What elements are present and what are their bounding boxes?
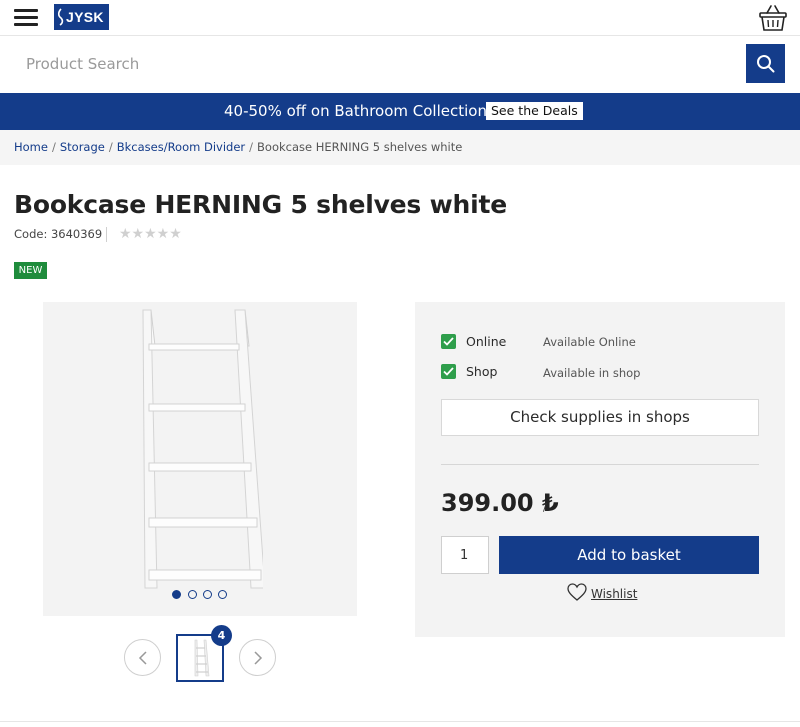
thumbnail-next-button[interactable] [239, 639, 276, 676]
product-image-gallery[interactable] [43, 302, 357, 616]
product-code: Code: 3640369 [14, 227, 103, 241]
availability-label-shop: Shop [466, 364, 498, 379]
search-bar [0, 37, 800, 93]
promo-banner: 40-50% off on Bathroom Collection See th… [0, 93, 800, 130]
breadcrumb-storage[interactable]: Storage [60, 140, 105, 154]
logo-mark-icon [57, 8, 64, 26]
shop-checkbox[interactable] [441, 364, 456, 379]
search-icon [757, 55, 775, 73]
gallery-dot[interactable] [218, 590, 227, 599]
chevron-right-icon [254, 651, 263, 665]
hamburger-menu-icon[interactable] [14, 8, 40, 28]
check-supplies-button[interactable]: Check supplies in shops [441, 399, 759, 436]
breadcrumb-separator: / [51, 140, 56, 154]
search-input[interactable] [14, 45, 742, 83]
page-divider [0, 721, 800, 722]
rating-stars[interactable]: ★★★★★ [119, 226, 182, 242]
basket-icon[interactable] [758, 4, 788, 32]
logo-text: JYSK [66, 9, 104, 25]
availability-status-online: Available Online [543, 335, 636, 349]
purchase-panel: Online Available Online Shop Available i… [415, 302, 785, 637]
search-button[interactable] [746, 44, 785, 83]
availability-label-online: Online [466, 334, 507, 349]
image-count-badge: 4 [211, 625, 232, 646]
online-checkbox[interactable] [441, 334, 456, 349]
breadcrumb-current: Bookcase HERNING 5 shelves white [257, 140, 463, 154]
breadcrumb: Home / Storage / Bkcases/Room Divider / Bookca… [0, 130, 800, 165]
breadcrumb-separator: / [108, 140, 113, 154]
quantity-input[interactable] [441, 536, 489, 574]
breadcrumb-home[interactable]: Home [14, 140, 48, 154]
product-price: 399.00 ₺ [441, 489, 559, 517]
checkmark-icon [443, 367, 454, 376]
gallery-dots [172, 590, 232, 600]
checkmark-icon [443, 337, 454, 346]
jysk-logo[interactable]: JYSK [54, 4, 109, 30]
top-header: JYSK [0, 0, 800, 36]
gallery-dot[interactable] [172, 590, 181, 599]
new-badge: NEW [14, 262, 47, 279]
see-deals-button[interactable]: See the Deals [486, 102, 583, 120]
availability-status-shop: Available in shop [543, 366, 641, 380]
gallery-dot[interactable] [188, 590, 197, 599]
code-divider [106, 227, 107, 242]
bookcase-product-image [142, 309, 263, 589]
thumbnail-prev-button[interactable] [124, 639, 161, 676]
price-suffix: / [543, 501, 547, 514]
add-to-basket-button[interactable]: Add to basket [499, 536, 759, 574]
breadcrumb-bookcases[interactable]: Bkcases/Room Divider [117, 140, 245, 154]
panel-divider [441, 464, 759, 465]
heart-icon [567, 583, 587, 601]
breadcrumb-separator: / [249, 140, 254, 154]
wishlist-label: Wishlist [591, 587, 638, 601]
promo-text: 40-50% off on Bathroom Collection [224, 102, 487, 120]
gallery-dot[interactable] [203, 590, 212, 599]
chevron-left-icon [138, 651, 147, 665]
product-title: Bookcase HERNING 5 shelves white [14, 190, 507, 219]
